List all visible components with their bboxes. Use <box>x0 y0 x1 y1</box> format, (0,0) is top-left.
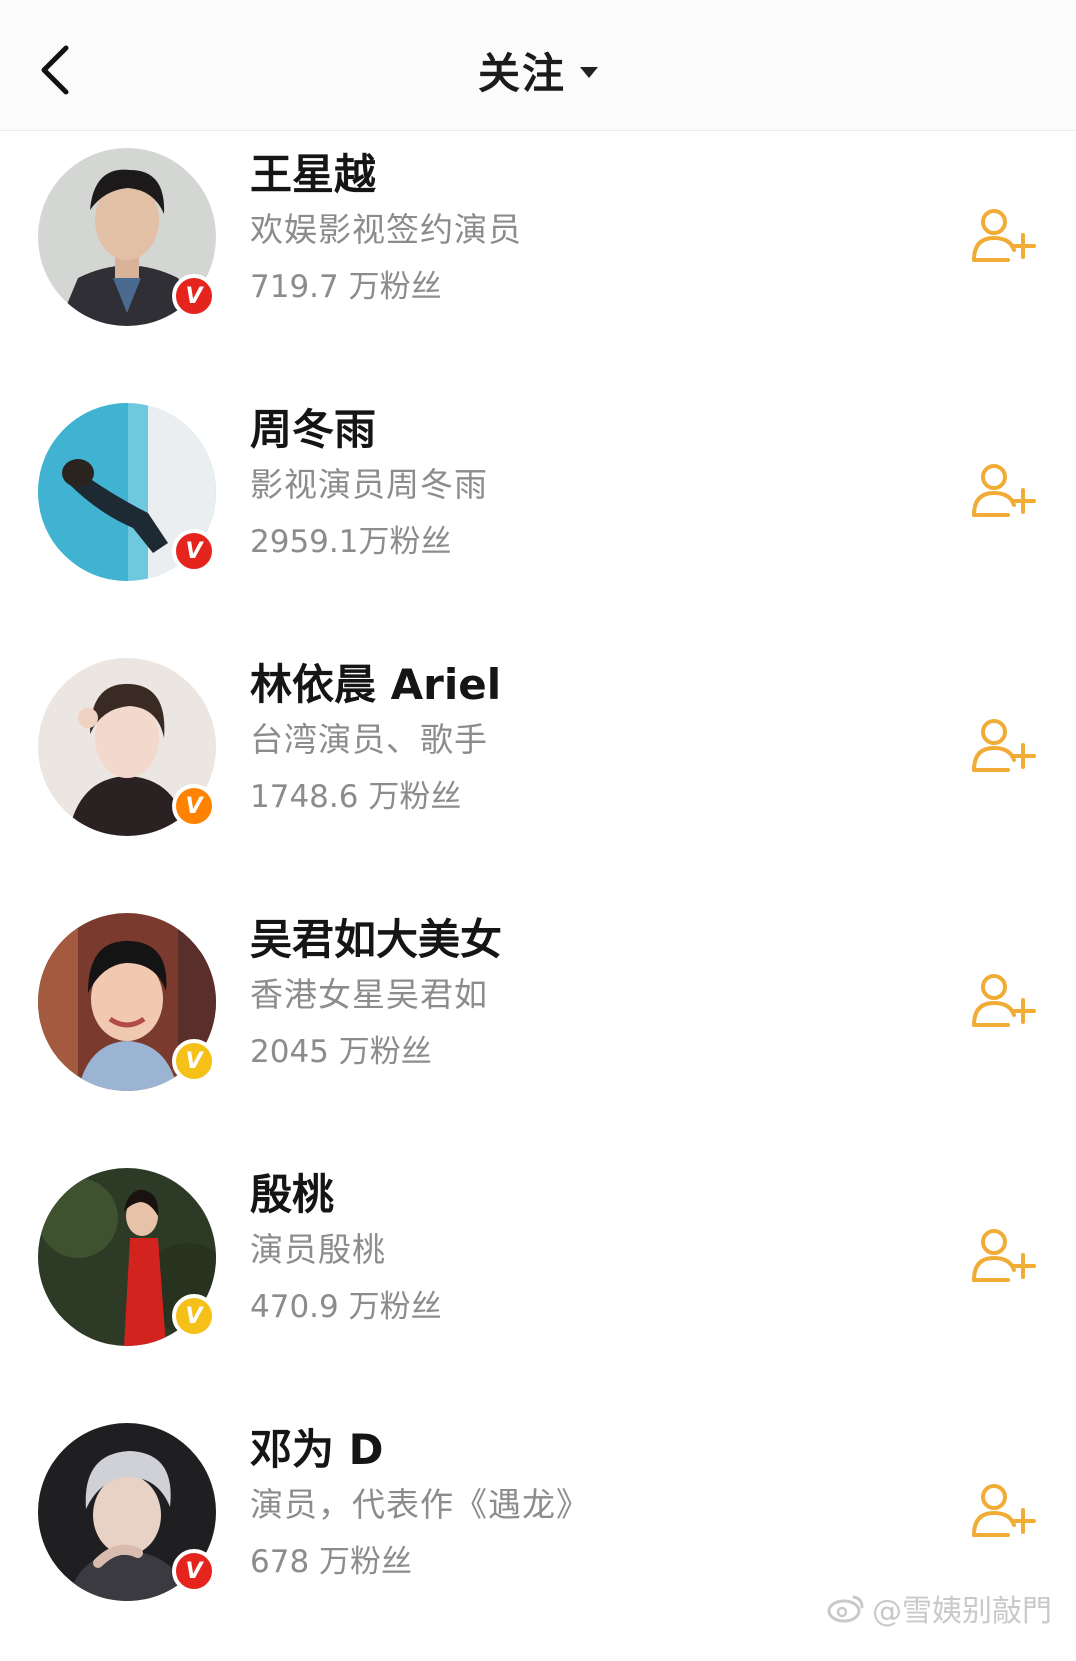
add-user-icon <box>972 1484 1036 1537</box>
verified-badge-icon: V <box>172 1294 216 1338</box>
user-description: 演员，代表作《遇龙》 <box>250 1485 590 1524</box>
user-row[interactable]: V 吴君如大美女 香港女星吴君如 2045 万粉丝 <box>0 896 1076 1151</box>
user-row[interactable]: V 林依晨 Ariel 台湾演员、歌手 1748.6 万粉丝 <box>0 641 1076 896</box>
follower-count: 2045 万粉丝 <box>250 1034 432 1070</box>
add-user-icon <box>972 464 1036 517</box>
user-name[interactable]: 林依晨 Ariel <box>250 651 501 712</box>
user-name[interactable]: 殷桃 <box>250 1161 334 1222</box>
verified-badge-icon: V <box>172 529 216 573</box>
add-user-icon <box>972 1229 1036 1282</box>
follow-button[interactable] <box>970 1481 1040 1541</box>
follow-button[interactable] <box>970 716 1040 776</box>
user-row[interactable]: V 周冬雨 影视演员周冬雨 2959.1万粉丝 <box>0 386 1076 641</box>
user-row[interactable]: V 王星越 欢娱影视签约演员 719.7 万粉丝 <box>0 131 1076 386</box>
avatar[interactable]: V <box>38 1423 216 1601</box>
watermark-text: @雪姨别敲門 <box>872 1594 1052 1629</box>
follow-button[interactable] <box>970 461 1040 521</box>
follower-count: 1748.6 万粉丝 <box>250 779 462 815</box>
user-description: 欢娱影视签约演员 <box>250 210 522 249</box>
follower-count: 470.9 万粉丝 <box>250 1289 442 1325</box>
avatar[interactable]: V <box>38 403 216 581</box>
follower-count: 2959.1万粉丝 <box>250 524 452 560</box>
user-description: 影视演员周冬雨 <box>250 465 488 504</box>
user-name[interactable]: 吴君如大美女 <box>250 906 502 967</box>
user-name[interactable]: 周冬雨 <box>250 396 376 457</box>
avatar[interactable]: V <box>38 913 216 1091</box>
following-list: V 王星越 欢娱影视签约演员 719.7 万粉丝 V 周冬雨 影视演员周冬雨 2… <box>0 131 1076 1661</box>
top-bar: 关注 <box>0 0 1076 131</box>
caret-down-icon <box>580 66 598 78</box>
user-name[interactable]: 王星越 <box>250 141 376 202</box>
add-user-icon <box>972 719 1036 772</box>
verified-badge-icon: V <box>172 1039 216 1083</box>
add-user-icon <box>972 209 1036 262</box>
avatar[interactable]: V <box>38 1168 216 1346</box>
add-user-icon <box>972 974 1036 1027</box>
user-description: 香港女星吴君如 <box>250 975 488 1014</box>
weibo-logo-icon <box>827 1595 864 1623</box>
page-title: 关注 <box>477 48 566 98</box>
user-description: 台湾演员、歌手 <box>250 720 488 759</box>
follow-button[interactable] <box>970 971 1040 1031</box>
user-name[interactable]: 邓为 D <box>250 1416 384 1477</box>
avatar[interactable]: V <box>38 658 216 836</box>
watermark: @雪姨别敲門 <box>826 1586 1052 1630</box>
user-row[interactable]: V 殷桃 演员殷桃 470.9 万粉丝 <box>0 1151 1076 1406</box>
follower-count: 719.7 万粉丝 <box>250 269 442 305</box>
follow-button[interactable] <box>970 206 1040 266</box>
verified-badge-icon: V <box>172 784 216 828</box>
verified-badge-icon: V <box>172 274 216 318</box>
user-description: 演员殷桃 <box>250 1230 386 1269</box>
verified-badge-icon: V <box>172 1549 216 1593</box>
avatar[interactable]: V <box>38 148 216 326</box>
title-dropdown[interactable]: 关注 <box>0 40 1076 100</box>
follower-count: 678 万粉丝 <box>250 1544 413 1580</box>
follow-button[interactable] <box>970 1226 1040 1286</box>
